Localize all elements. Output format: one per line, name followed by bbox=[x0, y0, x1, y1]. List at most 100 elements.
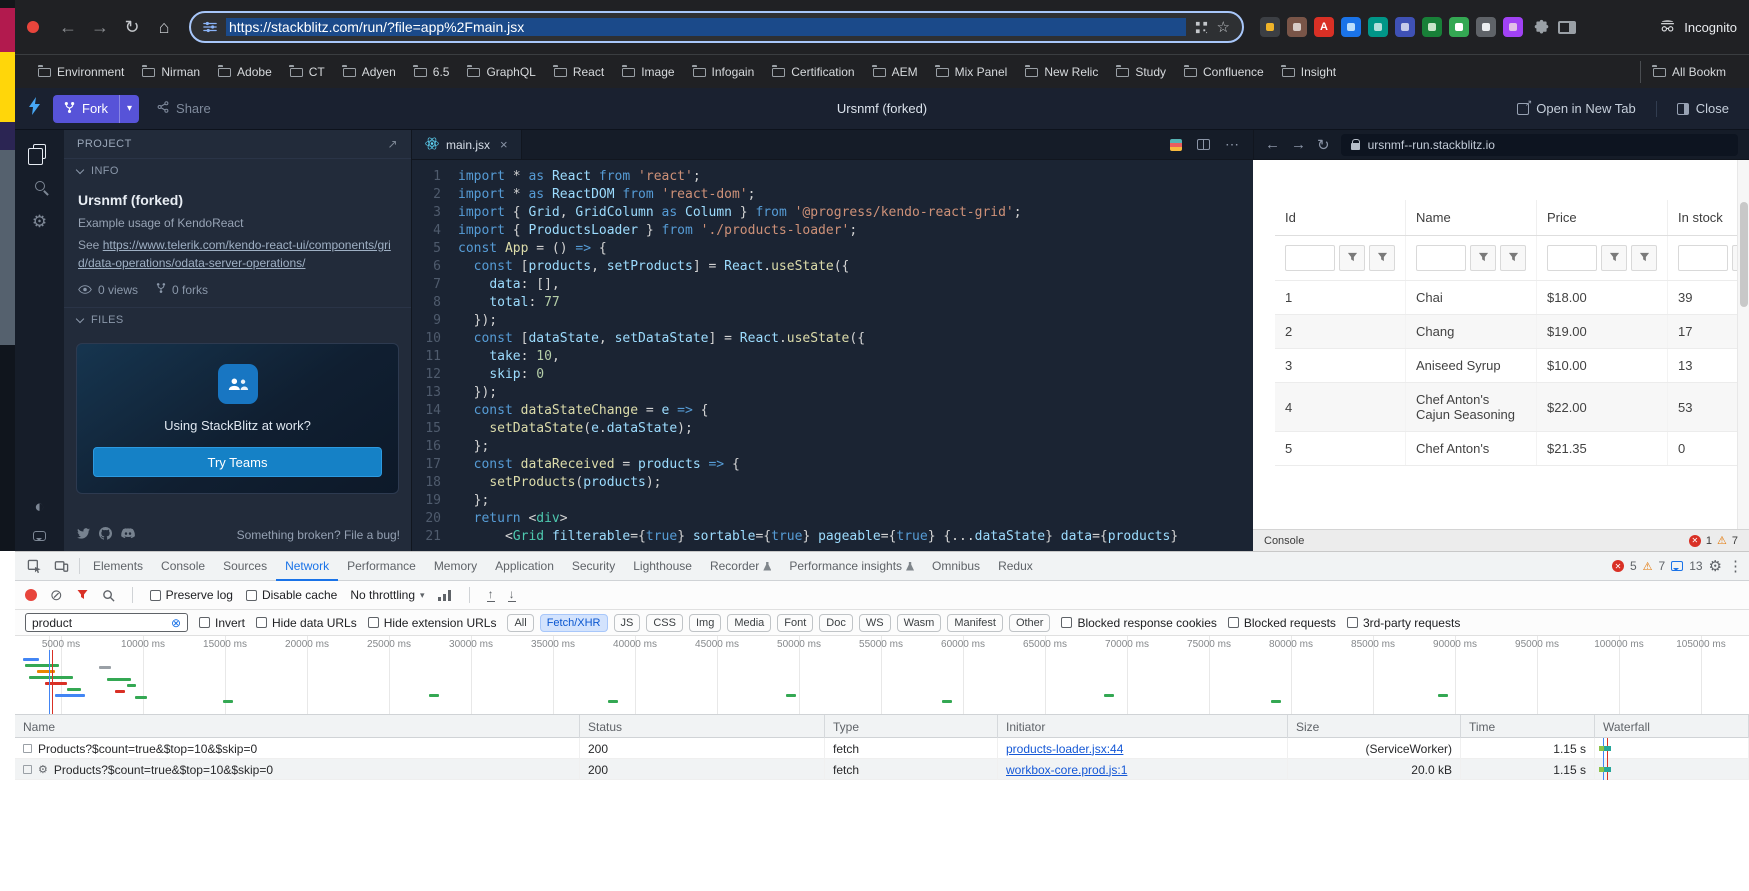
clear-network-log-icon[interactable]: ⊘ bbox=[50, 588, 63, 603]
preview-console-drawer[interactable]: Console ✕ 1 ⚠ 7 bbox=[1253, 529, 1749, 551]
filter-menu-button[interactable] bbox=[1631, 245, 1657, 271]
open-in-new-tab-button[interactable]: Open in New Tab bbox=[1511, 100, 1642, 117]
column-header-size[interactable]: Size bbox=[1288, 715, 1461, 738]
bug-report-text[interactable]: Something broken? File a bug! bbox=[237, 528, 400, 542]
filter-button[interactable] bbox=[1470, 245, 1496, 271]
devtools-tab-network[interactable]: Network bbox=[276, 552, 338, 581]
bookmark-item[interactable]: Confluence bbox=[1175, 61, 1273, 83]
filter-menu-button[interactable] bbox=[1369, 245, 1395, 271]
blocked-response-cookies-checkbox[interactable]: Blocked response cookies bbox=[1061, 616, 1216, 630]
inspect-element-icon[interactable] bbox=[21, 559, 48, 574]
grid-filter-input[interactable] bbox=[1678, 245, 1728, 271]
grid-filter-input[interactable] bbox=[1416, 245, 1466, 271]
window-close-button[interactable] bbox=[27, 21, 39, 33]
filter-chip-manifest[interactable]: Manifest bbox=[947, 614, 1003, 632]
devtools-tab-elements[interactable]: Elements bbox=[84, 552, 152, 581]
filter-chip-font[interactable]: Font bbox=[777, 614, 813, 632]
devtools-tab-console[interactable]: Console bbox=[152, 552, 214, 581]
fork-caret-icon[interactable]: ▾ bbox=[119, 95, 139, 123]
devtools-tab-sources[interactable]: Sources bbox=[214, 552, 276, 581]
grid-row[interactable]: 4Chef Anton's Cajun Seasoning$22.0053 bbox=[1275, 383, 1749, 432]
fork-button[interactable]: Fork ▾ bbox=[53, 95, 139, 123]
extension-icon[interactable] bbox=[1422, 17, 1442, 37]
all-bookmarks-button[interactable]: All Bookm bbox=[1640, 61, 1735, 83]
network-request-row[interactable]: ⚙Products?$count=true&$top=10&$skip=0200… bbox=[15, 759, 1749, 780]
errors-icon[interactable]: ✕ bbox=[1612, 560, 1624, 572]
grid-scrollbar[interactable] bbox=[1737, 160, 1749, 529]
network-filter-input[interactable]: product ⊗ bbox=[25, 613, 188, 632]
doc-link[interactable]: https://www.telerik.com/kendo-react-ui/c… bbox=[78, 238, 391, 270]
preview-back-icon[interactable]: ← bbox=[1265, 136, 1280, 153]
settings-gear-icon[interactable]: ⚙ bbox=[32, 213, 47, 230]
info-section-header[interactable]: INFO bbox=[64, 158, 411, 183]
extension-icon[interactable] bbox=[1476, 17, 1496, 37]
scrollbar-thumb[interactable] bbox=[1740, 202, 1748, 307]
filter-chip-img[interactable]: Img bbox=[689, 614, 721, 632]
bookmark-item[interactable]: Insight bbox=[1273, 61, 1345, 83]
preview-url-bar[interactable]: ursnmf--run.stackblitz.io bbox=[1341, 134, 1738, 156]
close-preview-button[interactable]: Close bbox=[1671, 100, 1735, 117]
bookmark-item[interactable]: New Relic bbox=[1016, 61, 1107, 83]
devtools-kebab-menu-icon[interactable]: ⋮ bbox=[1728, 559, 1743, 574]
extension-icon[interactable] bbox=[1395, 17, 1415, 37]
grid-row[interactable]: 1Chai$18.0039 bbox=[1275, 281, 1749, 315]
bookmark-item[interactable]: Adobe bbox=[209, 61, 281, 83]
throttling-dropdown[interactable]: No throttling ▾ bbox=[350, 588, 424, 602]
import-har-icon[interactable]: ↑ bbox=[487, 588, 495, 602]
disable-cache-checkbox[interactable]: Disable cache bbox=[246, 588, 337, 602]
back-button[interactable]: ← bbox=[53, 16, 83, 39]
third-party-requests-checkbox[interactable]: 3rd-party requests bbox=[1347, 616, 1460, 630]
hide-data-urls-checkbox[interactable]: Hide data URLs bbox=[256, 616, 357, 630]
network-search-icon[interactable] bbox=[102, 589, 115, 602]
url-bar[interactable]: https://stackblitz.com/run/?file=app%2Fm… bbox=[189, 11, 1244, 43]
bookmark-item[interactable]: Certification bbox=[763, 61, 863, 83]
twitter-icon[interactable] bbox=[77, 528, 90, 542]
extension-icon[interactable] bbox=[1503, 17, 1523, 37]
url-text[interactable]: https://stackblitz.com/run/?file=app%2Fm… bbox=[226, 18, 1186, 36]
filter-chip-ws[interactable]: WS bbox=[859, 614, 891, 632]
extension-icon[interactable] bbox=[1341, 17, 1361, 37]
open-project-icon[interactable]: ↗ bbox=[387, 137, 398, 151]
github-icon[interactable] bbox=[99, 527, 112, 543]
devtools-settings-gear-icon[interactable]: ⚙ bbox=[1709, 559, 1722, 574]
bookmark-item[interactable]: React bbox=[545, 61, 613, 83]
qr-code-icon[interactable] bbox=[1195, 21, 1208, 34]
bookmark-item[interactable]: Image bbox=[613, 61, 683, 83]
filter-chip-other[interactable]: Other bbox=[1009, 614, 1051, 632]
filter-chip-wasm[interactable]: Wasm bbox=[897, 614, 942, 632]
messages-icon[interactable] bbox=[1671, 561, 1683, 571]
grid-filter-input[interactable] bbox=[1547, 245, 1597, 271]
preview-reload-icon[interactable]: ↻ bbox=[1317, 136, 1330, 154]
devtools-tab-redux[interactable]: Redux bbox=[989, 552, 1042, 581]
bookmark-item[interactable]: AEM bbox=[864, 61, 927, 83]
devtools-tab-performance-insights[interactable]: Performance insights bbox=[780, 552, 923, 581]
extension-icon[interactable]: A bbox=[1314, 17, 1334, 37]
stackblitz-logo-icon[interactable] bbox=[29, 97, 41, 120]
filter-button[interactable] bbox=[1339, 245, 1365, 271]
blocked-requests-checkbox[interactable]: Blocked requests bbox=[1228, 616, 1336, 630]
theme-contrast-icon[interactable]: ◐ bbox=[34, 498, 44, 515]
bookmark-item[interactable]: Nirman bbox=[133, 61, 209, 83]
filter-chip-fetchxhr[interactable]: Fetch/XHR bbox=[540, 614, 608, 632]
column-header-time[interactable]: Time bbox=[1461, 715, 1595, 738]
column-header-status[interactable]: Status bbox=[580, 715, 825, 738]
devtools-tab-recorder[interactable]: Recorder bbox=[701, 552, 780, 581]
files-section-header[interactable]: FILES bbox=[64, 307, 411, 332]
devtools-tab-performance[interactable]: Performance bbox=[338, 552, 425, 581]
grid-row[interactable]: 5Chef Anton's$21.350 bbox=[1275, 432, 1749, 466]
bookmark-item[interactable]: Study bbox=[1107, 61, 1175, 83]
grid-column-header[interactable]: Price bbox=[1537, 200, 1668, 236]
devtools-tab-omnibus[interactable]: Omnibus bbox=[923, 552, 989, 581]
prettier-format-icon[interactable] bbox=[1170, 139, 1182, 151]
hide-extension-urls-checkbox[interactable]: Hide extension URLs bbox=[368, 616, 497, 630]
project-files-icon[interactable] bbox=[33, 144, 46, 159]
bookmark-item[interactable]: Environment bbox=[29, 61, 133, 83]
extension-icon[interactable] bbox=[1368, 17, 1388, 37]
filter-chip-media[interactable]: Media bbox=[727, 614, 771, 632]
bookmark-item[interactable]: GraphQL bbox=[458, 61, 544, 83]
extension-icon[interactable] bbox=[1449, 17, 1469, 37]
grid-row[interactable]: 3Aniseed Syrup$10.0013 bbox=[1275, 349, 1749, 383]
filter-menu-button[interactable] bbox=[1500, 245, 1526, 271]
bookmark-item[interactable]: 6.5 bbox=[405, 61, 459, 83]
split-editor-icon[interactable] bbox=[1197, 139, 1210, 150]
